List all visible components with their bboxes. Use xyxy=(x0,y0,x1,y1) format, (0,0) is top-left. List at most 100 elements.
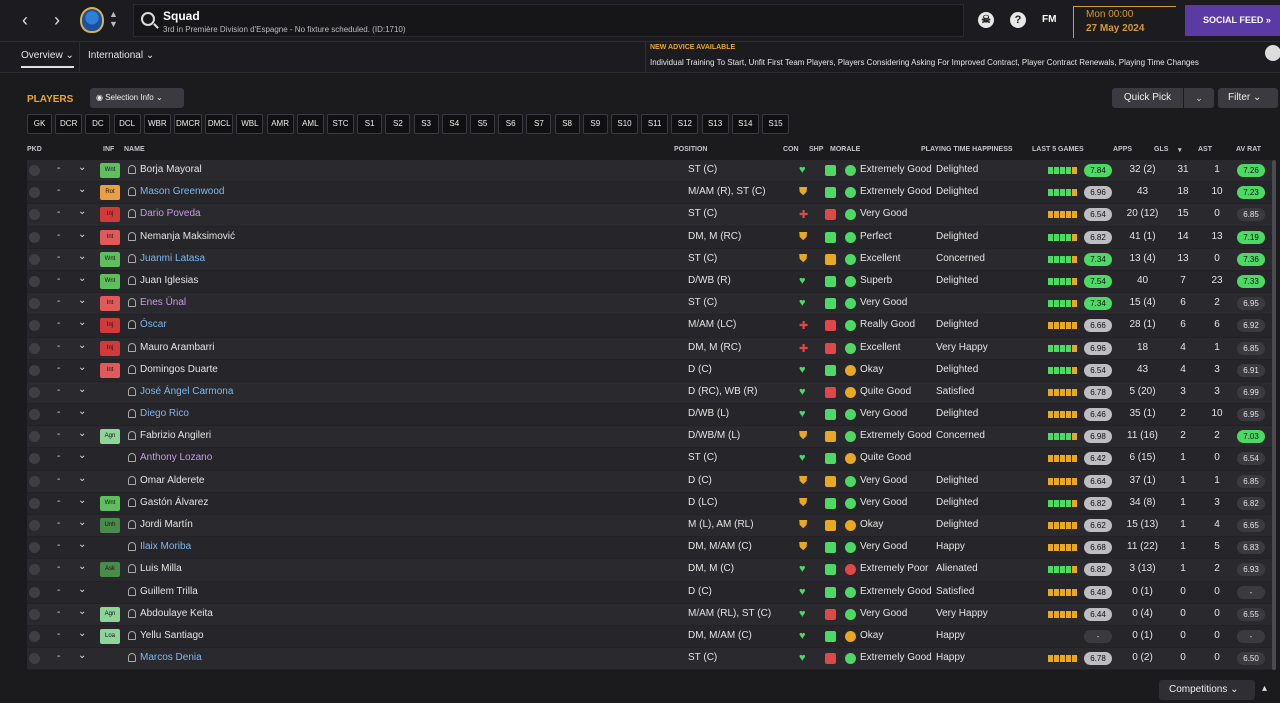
selection-dash[interactable]: - xyxy=(57,540,60,551)
position-filter-gk[interactable]: GK xyxy=(27,114,52,134)
chevron-down-icon[interactable]: ⌄ xyxy=(78,295,86,306)
selection-dash[interactable]: - xyxy=(57,230,60,241)
position-filter-s15[interactable]: S15 xyxy=(762,114,789,134)
selection-info-button[interactable]: ◉ Selection Info ⌄ xyxy=(90,88,184,108)
position-filter-s4[interactable]: S4 xyxy=(441,114,467,134)
forward-arrow-icon[interactable]: › xyxy=(44,7,70,33)
pick-checkbox[interactable] xyxy=(29,431,40,443)
chevron-down-icon[interactable]: ⌄ xyxy=(78,229,86,240)
selection-dash[interactable]: - xyxy=(57,274,60,285)
pick-checkbox[interactable] xyxy=(29,253,40,265)
table-row[interactable]: - ⌄ Loa Yellu Santiago DM, M/AM (C) ♥ Okay Happ… xyxy=(27,625,1273,649)
chevron-down-icon[interactable]: ⌄ xyxy=(78,251,86,262)
chevron-down-icon[interactable]: ⌄ xyxy=(78,561,86,572)
pick-checkbox[interactable] xyxy=(29,364,40,376)
selection-dash[interactable]: - xyxy=(57,429,60,440)
player-name[interactable]: José Ángel Carmona xyxy=(140,386,233,397)
col-av-rat[interactable]: AV RAT xyxy=(1236,146,1261,153)
pick-checkbox[interactable] xyxy=(29,187,40,199)
position-filter-s12[interactable]: S12 xyxy=(671,114,699,134)
pick-checkbox[interactable] xyxy=(29,542,40,554)
table-row[interactable]: - ⌄ José Ángel Carmona D (RC), WB (R) ♥ Quite… xyxy=(27,381,1273,405)
player-name[interactable]: Luis Milla xyxy=(140,563,182,574)
selection-dash[interactable]: - xyxy=(57,207,60,218)
pick-checkbox[interactable] xyxy=(29,231,40,243)
sort-desc-icon[interactable]: ▾ xyxy=(1178,146,1182,154)
selection-dash[interactable]: - xyxy=(57,451,60,462)
position-filter-stc[interactable]: STC xyxy=(327,114,354,134)
position-filter-s13[interactable]: S13 xyxy=(701,114,729,134)
position-filter-aml[interactable]: AML xyxy=(296,114,324,134)
player-name[interactable]: Abdoulaye Keita xyxy=(140,608,213,619)
position-filter-dcr[interactable]: DCR xyxy=(55,114,83,134)
col-ast[interactable]: AST xyxy=(1198,146,1212,153)
club-crest-icon[interactable] xyxy=(80,7,104,33)
col-name[interactable]: NAME xyxy=(124,146,145,153)
player-name[interactable]: Omar Alderete xyxy=(140,475,204,486)
back-arrow-icon[interactable]: ‹ xyxy=(12,7,38,33)
pick-checkbox[interactable] xyxy=(29,386,40,398)
selection-dash[interactable]: - xyxy=(57,385,60,396)
pick-checkbox[interactable] xyxy=(29,409,40,421)
position-filter-s11[interactable]: S11 xyxy=(641,114,669,134)
pick-checkbox[interactable] xyxy=(29,298,40,310)
position-filter-wbr[interactable]: WBR xyxy=(143,114,171,134)
col-morale[interactable]: MORALE xyxy=(830,146,860,153)
table-row[interactable]: - ⌄ Int Nemanja Maksimović DM, M (RC) ⛊ Perfec… xyxy=(27,226,1273,249)
position-filter-dc[interactable]: DC xyxy=(85,114,111,134)
pick-checkbox[interactable] xyxy=(29,453,40,465)
selection-dash[interactable]: - xyxy=(57,252,60,263)
position-filter-s1[interactable]: S1 xyxy=(357,114,383,134)
table-row[interactable]: - ⌄ Unh Jordi Martín M (L), AM (RL) ⛊ Okay Deli… xyxy=(27,515,1273,538)
table-row[interactable]: - ⌄ Wnt Juanmi Latasa ST (C) ⛊ Excellent Concer… xyxy=(27,248,1273,271)
filter-button[interactable]: Filter ⌄ xyxy=(1218,88,1278,108)
col-apps[interactable]: APPS xyxy=(1113,146,1132,153)
search-icon[interactable] xyxy=(141,12,155,26)
col-gls[interactable]: GLS xyxy=(1154,146,1168,153)
position-filter-s5[interactable]: S5 xyxy=(470,114,495,134)
player-name[interactable]: Mason Greenwood xyxy=(140,186,225,197)
player-name[interactable]: Anthony Lozano xyxy=(140,452,212,463)
selection-dash[interactable]: - xyxy=(57,651,60,662)
table-row[interactable]: - ⌄ Guillem Trilla D (C) ♥ Extremely Good Sati… xyxy=(27,581,1273,604)
position-filter-s7[interactable]: S7 xyxy=(526,114,552,134)
table-row[interactable]: - ⌄ Wnt Borja Mayoral ST (C) ♥ Extremely Good D… xyxy=(27,160,1273,183)
chevron-down-icon[interactable]: ⌄ xyxy=(78,606,86,617)
selection-dash[interactable]: - xyxy=(57,341,60,352)
selection-dash[interactable]: - xyxy=(57,163,60,174)
selection-dash[interactable]: - xyxy=(57,496,60,507)
position-filter-s9[interactable]: S9 xyxy=(582,114,608,134)
pick-checkbox[interactable] xyxy=(29,653,40,665)
table-row[interactable]: - ⌄ Ask Luis Milla DM, M (C) ♥ Extremely Poor A… xyxy=(27,559,1273,582)
pick-checkbox[interactable] xyxy=(29,586,40,598)
table-row[interactable]: - ⌄ Inj Mauro Arambarri DM, M (RC) ✚ Excellent… xyxy=(27,337,1273,360)
selection-dash[interactable]: - xyxy=(57,518,60,529)
table-row[interactable]: - ⌄ Wnt Juan Iglesias D/WB (R) ♥ Superb Delight… xyxy=(27,270,1273,294)
position-filter-s6[interactable]: S6 xyxy=(498,114,524,134)
player-name[interactable]: Marcos Denia xyxy=(140,652,202,663)
position-filter-s14[interactable]: S14 xyxy=(731,114,759,134)
selection-dash[interactable]: - xyxy=(57,296,60,307)
selection-dash[interactable]: - xyxy=(57,607,60,618)
pick-checkbox[interactable] xyxy=(29,165,40,176)
pick-checkbox[interactable] xyxy=(29,630,40,642)
chevron-down-icon[interactable]: ⌄ xyxy=(78,473,86,484)
player-name[interactable]: Óscar xyxy=(140,319,167,330)
pick-checkbox[interactable] xyxy=(29,275,40,287)
avatar[interactable] xyxy=(1265,45,1280,61)
pick-checkbox[interactable] xyxy=(29,320,40,332)
player-name[interactable]: Guillem Trilla xyxy=(140,586,198,597)
quick-pick-dropdown[interactable]: ⌄ xyxy=(1184,88,1214,108)
player-name[interactable]: Enes Ünal xyxy=(140,297,186,308)
skull-icon[interactable]: ☠ xyxy=(978,12,994,28)
position-filter-s10[interactable]: S10 xyxy=(611,114,638,134)
table-row[interactable]: - ⌄ Inj Óscar M/AM (LC) ✚ Really Good Delighted… xyxy=(27,315,1273,338)
table-row[interactable]: - ⌄ Anthony Lozano ST (C) ♥ Quite Good 6.42 6 (… xyxy=(27,448,1273,471)
table-row[interactable]: - ⌄ Ilaix Moriba DM, M/AM (C) ⛊ Very Good Happ… xyxy=(27,537,1273,560)
scrollbar[interactable] xyxy=(1272,160,1276,670)
player-name[interactable]: Borja Mayoral xyxy=(140,164,202,175)
table-row[interactable]: - ⌄ Wnt Gastón Álvarez D (LC) ⛊ Very Good Delig… xyxy=(27,492,1273,515)
col-con[interactable]: CON xyxy=(783,146,799,153)
selection-dash[interactable]: - xyxy=(57,585,60,596)
table-row[interactable]: - ⌄ Agn Abdoulaye Keita M/AM (RL), ST (C) ♥ Ve… xyxy=(27,603,1273,626)
